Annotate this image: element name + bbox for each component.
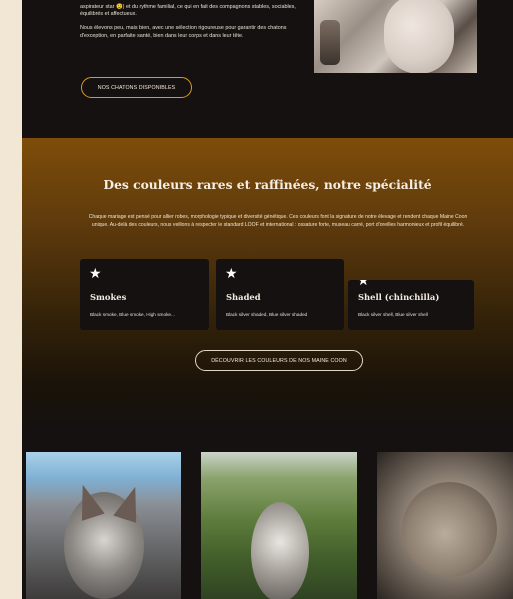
color-card-title: Shaded [226,292,261,302]
color-card-shaded: ★ Shaded Black silver shaded, Blue silve… [216,259,344,330]
cat-photo-2 [201,452,357,599]
star-icon: ★ [225,265,238,281]
star-icon: ★ [357,272,370,288]
intro-text: aspirateur star 😉) et du rythme familial… [80,4,312,47]
cat-photo-1 [26,452,181,599]
color-card-title: Smokes [90,292,127,302]
hero-cat-photo [314,0,477,73]
colors-section-title: Des couleurs rares et raffinées, notre s… [103,177,432,192]
colors-section: Des couleurs rares et raffinées, notre s… [22,138,513,428]
color-card-text: Black smoke, Blue smoke, High smoke... [90,312,175,317]
color-card-text: Black silver shaded, Blue silver shaded [226,312,308,317]
cat-photo-3 [377,452,513,599]
discover-colors-button[interactable]: DÉCOUVRIR LES COULEURS DE NOS MAINE COON [195,350,363,371]
colors-section-description: Chaque mariage est pensé pour allier rob… [88,214,468,229]
color-card-smokes: ★ Smokes Black smoke, Blue smoke, High s… [80,259,209,330]
photo-detail [320,20,340,65]
star-icon: ★ [89,265,102,281]
photo-kitten [384,0,454,73]
color-card-text: Black silver shell, Blue silver shell [358,312,428,317]
cat-figure [402,482,497,577]
color-card-title: Shell (chinchilla) [358,292,440,302]
cat-figure [251,502,309,599]
cat-ear [113,483,147,523]
intro-paragraph-2: Nous élevons peu, mais bien, avec une sé… [80,25,287,39]
available-kittens-button[interactable]: NOS CHATONS DISPONIBLES [81,77,192,98]
intro-paragraph-1: aspirateur star 😉) et du rythme familial… [80,4,296,18]
page: aspirateur star 😉) et du rythme familial… [22,0,513,599]
color-card-shell: ★ Shell (chinchilla) Black silver shell,… [348,280,474,330]
